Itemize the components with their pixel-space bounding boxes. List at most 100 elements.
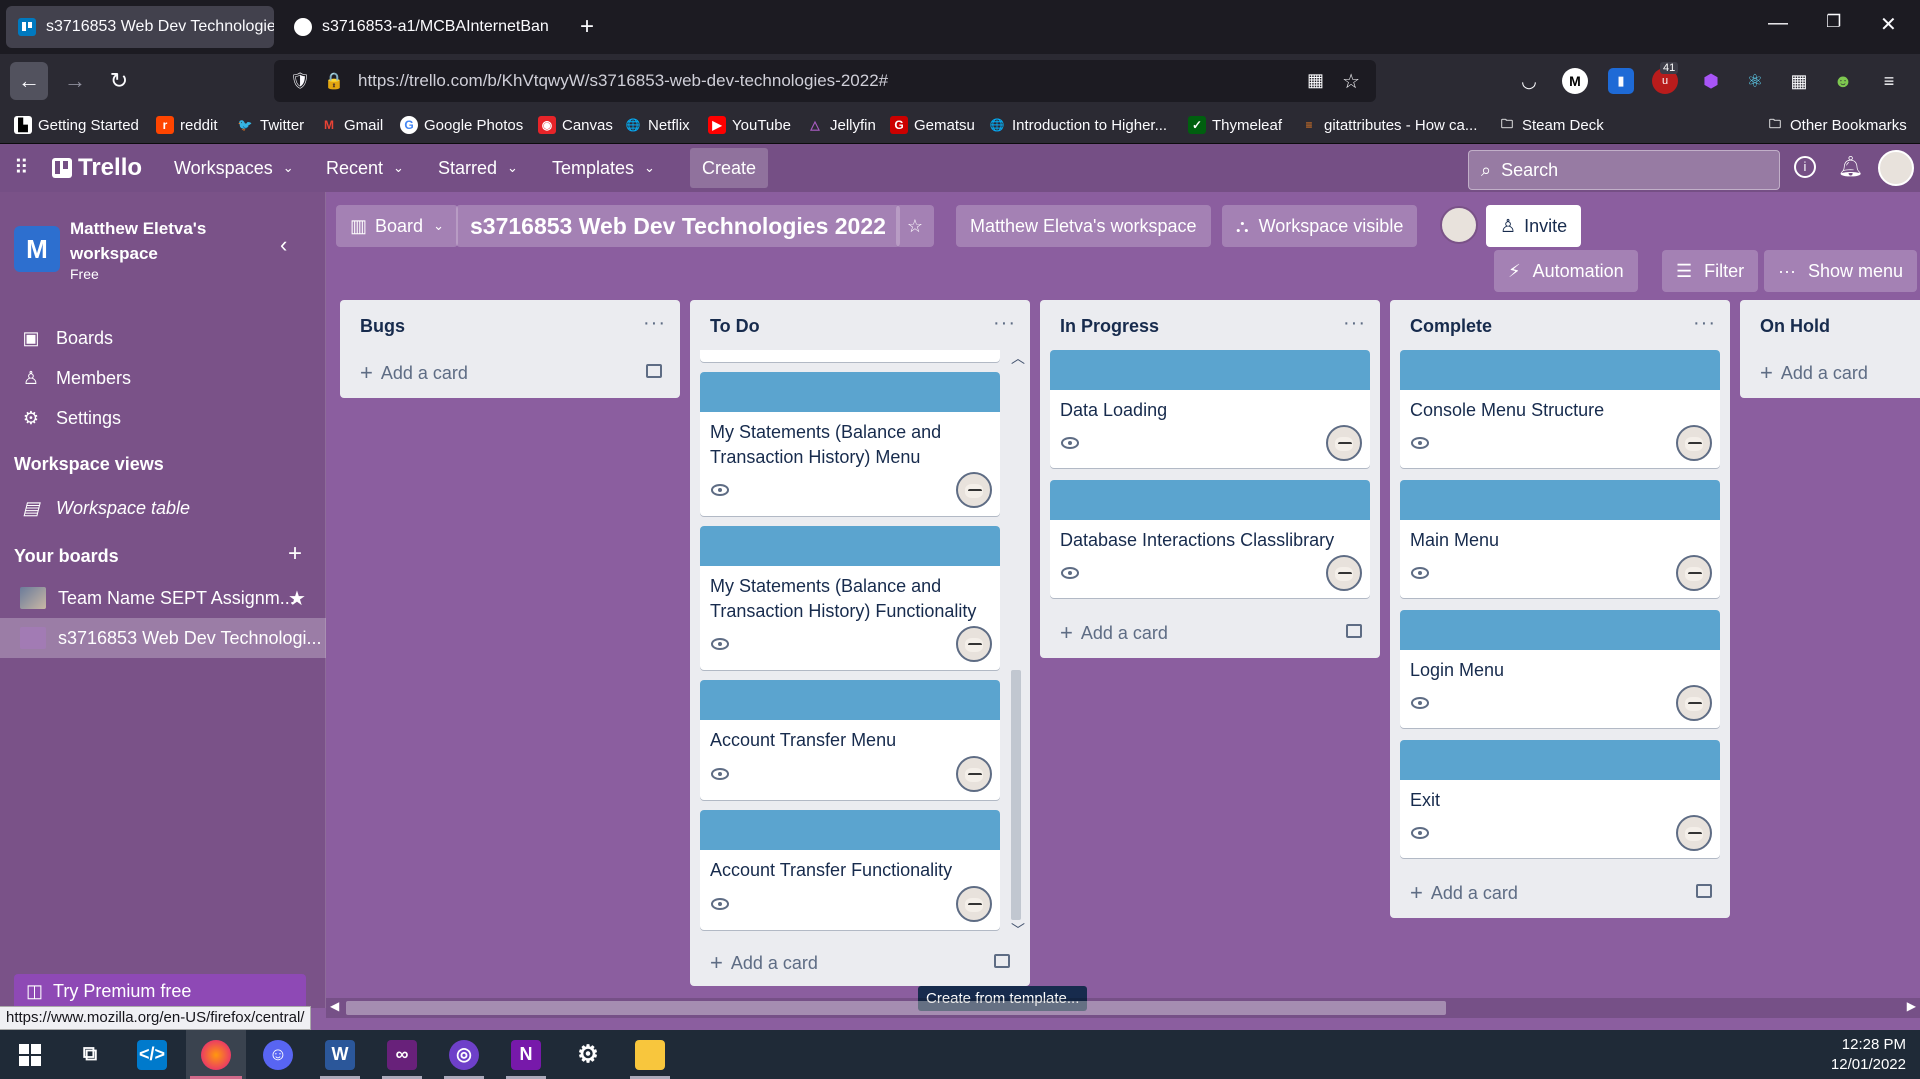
starred-menu[interactable]: Starred ⌄: [428, 152, 528, 184]
list-scrollbar[interactable]: ︿ ﹀: [1008, 348, 1025, 938]
scroll-thumb[interactable]: [1011, 670, 1021, 920]
hexagon-extension-icon[interactable]: ⬢: [1698, 68, 1724, 94]
reload-button[interactable]: ↻: [100, 62, 138, 100]
list-menu-icon[interactable]: ···: [1343, 312, 1366, 335]
template-icon[interactable]: [646, 364, 662, 378]
window-close-icon[interactable]: ✕: [1880, 12, 1897, 37]
automation-button[interactable]: ⚡︎ Automation: [1494, 250, 1638, 292]
hamburger-menu-icon[interactable]: ≡: [1876, 68, 1902, 94]
workspaces-menu[interactable]: Workspaces ⌄: [164, 152, 304, 184]
card-partial[interactable]: [700, 350, 1000, 362]
list-title[interactable]: Complete: [1410, 316, 1492, 337]
add-card-button[interactable]: + Add a card: [1060, 620, 1168, 646]
list-menu-icon[interactable]: ···: [1693, 312, 1716, 335]
taskbar-firefox[interactable]: [186, 1030, 246, 1079]
taskbar-visual-studio[interactable]: ∞: [372, 1030, 432, 1079]
other-bookmarks[interactable]: 🗀 Other Bookmarks: [1766, 116, 1907, 134]
frog-extension-icon[interactable]: ☻: [1830, 68, 1856, 94]
info-icon[interactable]: i: [1794, 156, 1816, 178]
scroll-left-icon[interactable]: ◀: [330, 999, 339, 1013]
bookmark-item[interactable]: ▶ YouTube: [708, 116, 791, 134]
sidebar-item-boards[interactable]: ▣ Boards: [0, 318, 326, 358]
templates-menu[interactable]: Templates ⌄: [542, 152, 665, 184]
filter-button[interactable]: ☰ Filter: [1662, 250, 1759, 292]
sidebar-board-webdev[interactable]: s3716853 Web Dev Technologi...: [0, 618, 326, 658]
add-card-button[interactable]: + Add a card: [1760, 360, 1868, 386]
sidebar-board-team[interactable]: Team Name SEPT Assignm... ★: [0, 578, 326, 618]
template-icon[interactable]: [1696, 884, 1712, 898]
bookmark-item[interactable]: △ Jellyfin: [806, 116, 875, 134]
taskbar-word[interactable]: W: [310, 1030, 370, 1079]
bookmark-item[interactable]: G Gematsu: [890, 116, 975, 134]
star-icon[interactable]: ★: [288, 586, 306, 611]
card[interactable]: Account Transfer Menu: [700, 680, 1000, 800]
tab-github[interactable]: s3716853-a1/MCBAInternetBan ✕: [282, 6, 550, 48]
card-member-avatar[interactable]: [956, 626, 992, 662]
scroll-down-icon[interactable]: ﹀: [1011, 920, 1025, 940]
card-member-avatar[interactable]: [956, 886, 992, 922]
scroll-up-icon[interactable]: ︿: [1011, 348, 1025, 368]
bookmark-item[interactable]: ✓ Thymeleaf: [1188, 116, 1282, 134]
user-avatar[interactable]: [1878, 150, 1914, 186]
card[interactable]: Exit: [1400, 740, 1720, 858]
bookmark-item[interactable]: ◉ Canvas: [538, 116, 613, 134]
taskbar-github-desktop[interactable]: ◎: [434, 1030, 494, 1079]
back-button[interactable]: ←: [10, 62, 48, 100]
visibility-button[interactable]: ⛬ Workspace visible: [1222, 205, 1418, 247]
add-card-button[interactable]: + Add a card: [360, 360, 468, 386]
member-avatar[interactable]: [1440, 206, 1478, 244]
card-member-avatar[interactable]: [1676, 815, 1712, 851]
board-title[interactable]: s3716853 Web Dev Technologies 2022: [456, 205, 900, 247]
scroll-thumb[interactable]: [346, 1001, 1446, 1015]
workspace-button[interactable]: Matthew Eletva's workspace: [956, 205, 1211, 247]
show-menu-button[interactable]: ··· Show menu: [1764, 250, 1918, 292]
system-clock[interactable]: 12:28 PM 12/01/2022: [1831, 1035, 1906, 1075]
taskbar-onenote[interactable]: N: [496, 1030, 556, 1079]
bookmark-item[interactable]: G Google Photos: [400, 116, 523, 134]
template-icon[interactable]: [1346, 624, 1362, 638]
card[interactable]: My Statements (Balance and Transaction Hi…: [700, 372, 1000, 516]
url-bar[interactable]: 🛡 🔒 https://trello.com/b/KhVtqwyW/s37168…: [274, 60, 1376, 102]
add-card-button[interactable]: + Add a card: [710, 950, 818, 976]
minimize-icon[interactable]: —: [1768, 12, 1788, 35]
create-button[interactable]: Create: [690, 148, 769, 188]
sidebar-item-settings[interactable]: ⚙ Settings: [0, 398, 326, 438]
start-button[interactable]: [0, 1030, 60, 1079]
card-member-avatar[interactable]: [956, 756, 992, 792]
try-premium-button[interactable]: ◫ Try Premium free: [14, 974, 306, 1008]
card-member-avatar[interactable]: [1326, 425, 1362, 461]
trello-logo[interactable]: Trello: [52, 154, 142, 182]
card-member-avatar[interactable]: [1676, 555, 1712, 591]
card-member-avatar[interactable]: [1676, 425, 1712, 461]
bookmark-item[interactable]: 🗀 Steam Deck: [1498, 116, 1604, 134]
restore-icon[interactable]: ❐: [1826, 12, 1841, 32]
pocket-icon[interactable]: ◡: [1516, 68, 1542, 94]
lock-icon[interactable]: 🔒: [324, 71, 344, 91]
bookmark-item[interactable]: 🌐 Netflix: [624, 116, 690, 134]
bookmark-item[interactable]: M Gmail: [320, 116, 383, 134]
bookmark-item[interactable]: 🐦 Twitter: [236, 116, 305, 134]
template-icon[interactable]: [994, 954, 1010, 968]
search-input[interactable]: ⌕ Search: [1468, 150, 1780, 190]
taskbar-file-explorer[interactable]: [620, 1030, 680, 1079]
card-member-avatar[interactable]: [956, 472, 992, 508]
sidebar-item-workspace-table[interactable]: ▤ Workspace table: [0, 488, 326, 528]
card[interactable]: Console Menu Structure: [1400, 350, 1720, 468]
taskbar-settings[interactable]: ⚙: [558, 1030, 618, 1079]
tab-close-icon[interactable]: ✕: [549, 17, 550, 38]
card-member-avatar[interactable]: [1676, 685, 1712, 721]
add-board-icon[interactable]: +: [288, 540, 302, 568]
sidebar-item-members[interactable]: ♙ Members: [0, 358, 326, 398]
list-title[interactable]: To Do: [710, 316, 760, 337]
react-devtools-icon[interactable]: ⚛: [1742, 68, 1768, 94]
bookmark-item[interactable]: 🌐 Introduction to Higher...: [988, 116, 1168, 134]
extensions-grid-icon[interactable]: ▦: [1786, 68, 1812, 94]
card[interactable]: Login Menu: [1400, 610, 1720, 728]
board-horizontal-scrollbar[interactable]: ◀ ▶: [326, 998, 1920, 1018]
list-title[interactable]: On Hold: [1760, 316, 1830, 337]
taskbar-discord[interactable]: ☺: [248, 1030, 308, 1079]
card[interactable]: Database Interactions Classlibrary: [1050, 480, 1370, 598]
list-menu-icon[interactable]: ···: [643, 312, 666, 335]
recent-menu[interactable]: Recent ⌄: [316, 152, 414, 184]
invite-button[interactable]: ♙ Invite: [1486, 205, 1582, 247]
